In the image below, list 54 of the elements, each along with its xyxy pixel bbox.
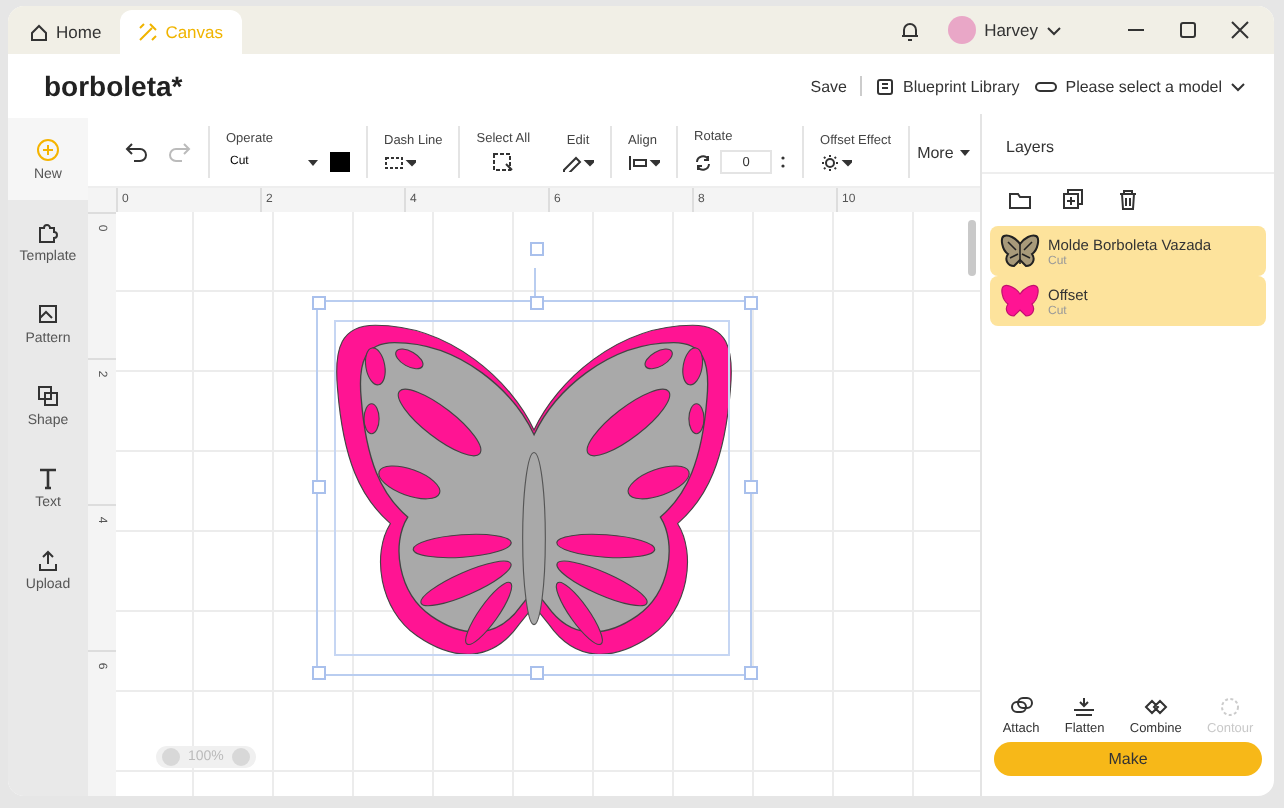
maximize-icon[interactable] — [1178, 20, 1198, 40]
align-icon[interactable] — [628, 153, 661, 171]
duplicate-icon[interactable] — [1062, 188, 1086, 212]
resize-handle[interactable] — [744, 296, 758, 310]
chain-icon — [1009, 696, 1034, 718]
avatar — [948, 16, 977, 44]
stepper-icon[interactable] — [780, 154, 787, 170]
resize-handle[interactable] — [312, 480, 326, 494]
folder-icon[interactable] — [1008, 188, 1032, 212]
chevron-down-icon — [1230, 81, 1246, 91]
select-all-icon[interactable] — [492, 151, 515, 173]
dashed-rect-icon[interactable] — [384, 153, 416, 171]
resize-handle[interactable] — [312, 296, 326, 310]
blueprint-library-button[interactable]: Blueprint Library — [876, 77, 1020, 95]
chevron-down-icon — [1046, 25, 1062, 35]
more-menu[interactable]: More — [907, 126, 978, 178]
combine-icon — [1143, 696, 1168, 718]
resize-handle[interactable] — [312, 666, 326, 680]
close-icon[interactable] — [1230, 20, 1250, 40]
scrollbar[interactable] — [968, 220, 976, 276]
model-select[interactable]: Please select a model — [1033, 77, 1246, 95]
undo-icon[interactable] — [124, 142, 148, 162]
wand-icon — [137, 22, 158, 42]
caret-icon — [959, 149, 970, 155]
pattern-icon — [36, 301, 60, 325]
shapes-icon — [36, 383, 60, 407]
resize-handle[interactable] — [744, 666, 758, 680]
book-icon — [876, 77, 895, 95]
pen-icon[interactable] — [562, 153, 595, 171]
tab[interactable]: Home — [12, 10, 120, 54]
rotate-icon[interactable] — [694, 153, 713, 171]
sun-icon[interactable] — [820, 153, 853, 171]
save-button[interactable]: Save — [810, 77, 847, 95]
make-button[interactable]: Make — [994, 742, 1262, 776]
puzzle-icon — [36, 219, 60, 243]
user-menu[interactable]: Harvey — [936, 14, 1074, 46]
butterfly-thumbnail-icon — [1000, 284, 1040, 318]
resize-handle[interactable] — [530, 666, 544, 680]
bell-icon[interactable] — [900, 19, 921, 41]
dashed-circle-icon — [1218, 696, 1243, 718]
butterfly-thumbnail-icon — [1000, 234, 1040, 268]
plus-circle-icon — [36, 137, 60, 161]
text-icon — [36, 465, 60, 489]
resize-handle[interactable] — [744, 480, 758, 494]
resize-handle[interactable] — [530, 296, 544, 310]
trash-icon[interactable] — [1116, 188, 1140, 212]
resize-handle[interactable] — [530, 242, 544, 256]
home-icon — [30, 23, 48, 41]
panel-title: Layers — [982, 114, 1274, 174]
color-swatch[interactable] — [330, 152, 350, 172]
caret-icon — [308, 159, 318, 165]
document-title: borboleta* — [44, 70, 183, 102]
upload-icon — [36, 547, 60, 571]
flatten-icon — [1072, 696, 1097, 718]
